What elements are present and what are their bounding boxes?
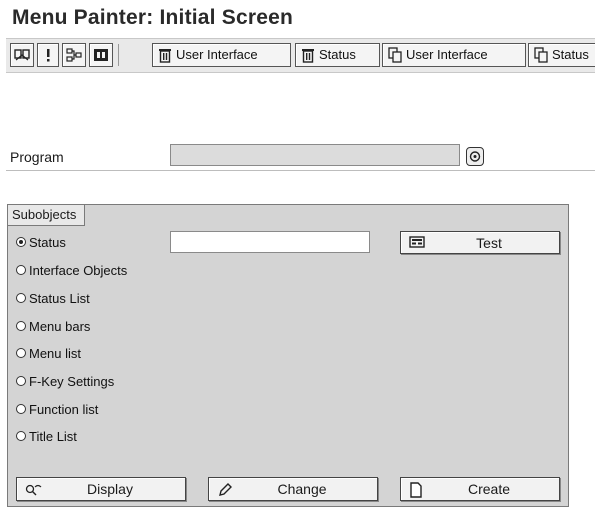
test-button[interactable]: Test: [400, 231, 560, 254]
test-icon: [409, 236, 425, 248]
create-button[interactable]: Create: [400, 477, 560, 501]
radio-label: Status List: [29, 290, 90, 306]
copy-status-button[interactable]: Status: [528, 43, 595, 67]
radio-button[interactable]: [16, 265, 26, 275]
program-input[interactable]: [170, 144, 460, 166]
display-button[interactable]: Display: [16, 477, 186, 501]
delete-user-interface-label: User Interface: [176, 47, 258, 62]
radio-interface-objects[interactable]: Interface Objects: [16, 260, 127, 280]
copy-user-interface-label: User Interface: [406, 47, 488, 62]
radio-button[interactable]: [16, 348, 26, 358]
radio-button[interactable]: [16, 404, 26, 414]
radio-menu-list[interactable]: Menu list: [16, 343, 81, 363]
radio-label: Function list: [29, 401, 99, 417]
subobjects-group: Subobjects Status Test Interface Objects…: [7, 204, 569, 507]
radio-button[interactable]: [16, 431, 26, 441]
display-object-button[interactable]: [89, 43, 113, 67]
where-used-button[interactable]: [10, 43, 34, 67]
value-help-button[interactable]: [466, 147, 484, 166]
radio-button[interactable]: [16, 376, 26, 386]
radio-button[interactable]: [16, 321, 26, 331]
radio-button[interactable]: [16, 237, 26, 247]
program-underline: [6, 170, 595, 171]
radio-label: F-Key Settings: [29, 373, 115, 389]
page-title: Menu Painter: Initial Screen: [12, 6, 293, 29]
radio-label: Interface Objects: [29, 262, 128, 278]
radio-label: Status: [29, 234, 66, 250]
delete-icon: [302, 49, 314, 63]
create-label: Create: [467, 481, 511, 497]
radio-menu-bars[interactable]: Menu bars: [16, 316, 90, 336]
radio-label: Menu bars: [29, 318, 91, 334]
delete-status-label: Status: [319, 47, 356, 62]
application-toolbar: User Interface Status User Interface Sta…: [6, 38, 595, 73]
radio-button[interactable]: [16, 293, 26, 303]
delete-icon: [159, 49, 171, 63]
delete-status-button[interactable]: Status: [295, 43, 380, 67]
radio-label: Menu list: [29, 345, 82, 361]
pencil-icon: [219, 483, 232, 496]
copy-icon: [388, 47, 402, 63]
hierarchy-icon: [66, 48, 82, 62]
delete-user-interface-button[interactable]: User Interface: [152, 43, 291, 67]
subobjects-title: Subobjects: [8, 205, 86, 226]
radio-status[interactable]: Status: [16, 232, 66, 252]
value-help-icon: [469, 151, 481, 162]
new-document-icon: [410, 482, 422, 498]
status-input[interactable]: [170, 231, 370, 253]
toolbar-separator: [118, 44, 119, 66]
change-button[interactable]: Change: [208, 477, 378, 501]
radio-title-list[interactable]: Title List: [16, 426, 77, 446]
program-label: Program: [10, 149, 64, 165]
where-used-icon: [14, 49, 30, 61]
radio-function-list[interactable]: Function list: [16, 399, 98, 419]
copy-status-label: Status: [552, 47, 589, 62]
info-button[interactable]: [37, 43, 59, 67]
display-object-icon: [94, 49, 108, 61]
radio-label: Title List: [29, 428, 77, 444]
change-label: Change: [277, 481, 327, 497]
radio-status-list[interactable]: Status List: [16, 288, 90, 308]
copy-icon: [534, 47, 548, 63]
radio-f-key-settings[interactable]: F-Key Settings: [16, 371, 114, 391]
display-icon: [25, 484, 42, 496]
info-icon: [47, 49, 50, 62]
copy-user-interface-button[interactable]: User Interface: [382, 43, 526, 67]
hierarchy-button[interactable]: [62, 43, 86, 67]
